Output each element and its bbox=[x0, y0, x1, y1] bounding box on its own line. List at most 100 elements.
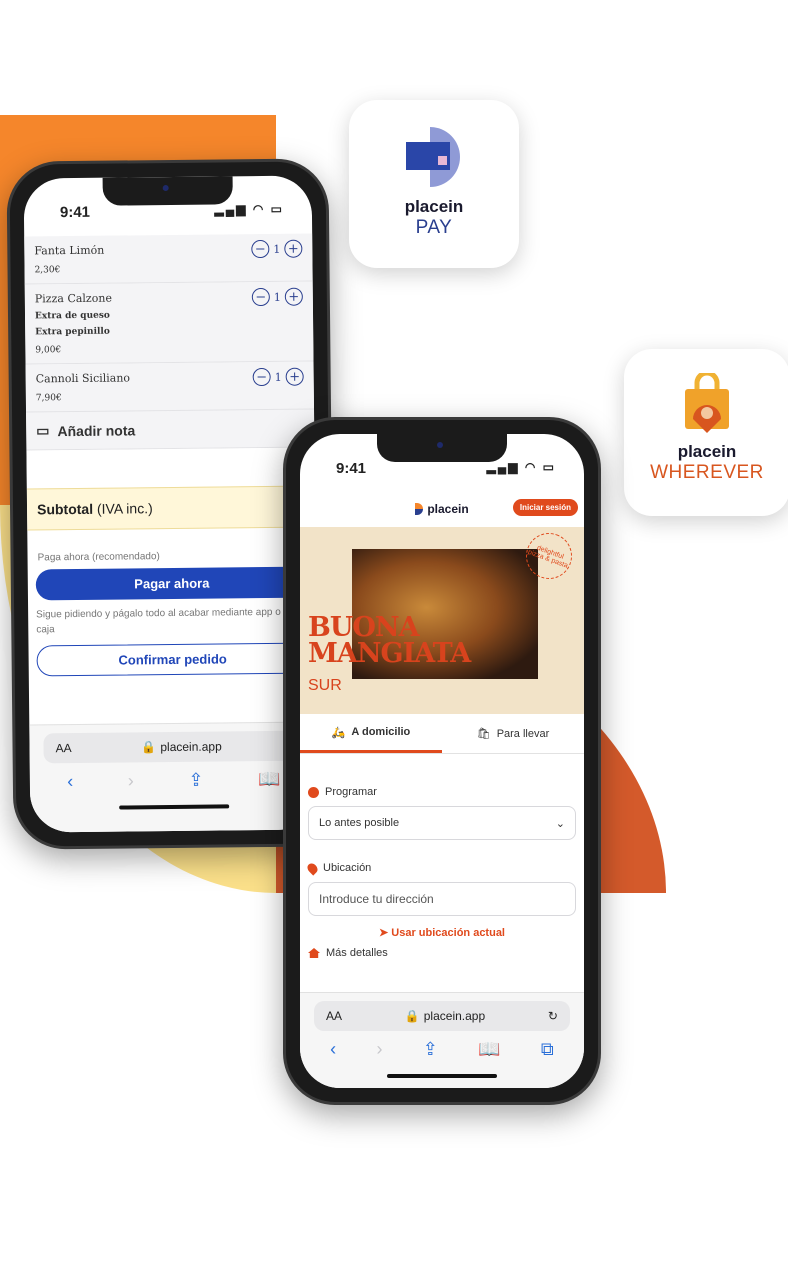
address-placeholder: Introduce tu dirección bbox=[319, 892, 434, 906]
plus-icon[interactable]: + bbox=[284, 239, 303, 258]
placein-pay-app-icon[interactable]: placein PAY bbox=[349, 100, 519, 268]
minus-icon[interactable]: − bbox=[251, 239, 270, 259]
cart-item-price: 7,90€ bbox=[35, 393, 62, 404]
forward-icon[interactable]: › bbox=[376, 1039, 382, 1060]
tab-delivery[interactable]: 🛵 A domicilio bbox=[300, 714, 442, 753]
schedule-value: Lo antes posible bbox=[319, 817, 400, 829]
browser-toolbar: AA 🔒 placein.app ‹ › ⇪ 📖 bbox=[29, 721, 319, 833]
use-location-text: Usar ubicación actual bbox=[391, 927, 505, 939]
cart-item-extra: Extra de queso bbox=[34, 310, 110, 322]
quantity-value: 1 bbox=[273, 242, 281, 256]
chevron-down-icon: ⌄ bbox=[555, 817, 565, 830]
cart-item: Pizza Calzone Extra de queso Extra pepin… bbox=[24, 281, 314, 365]
right-phone: 9:41 ▂▄▆ ◠ ▭ placein Iniciar sesión deli… bbox=[283, 417, 601, 1105]
home-indicator bbox=[387, 1074, 497, 1078]
login-button[interactable]: Iniciar sesión bbox=[512, 499, 578, 516]
placein-logo[interactable]: placein bbox=[415, 502, 469, 516]
quantity-stepper: − 1 + bbox=[251, 287, 303, 307]
use-current-location-link[interactable]: ➤ Usar ubicación actual bbox=[308, 926, 576, 939]
app-brand-name: placein bbox=[677, 442, 737, 461]
home-indicator bbox=[119, 804, 230, 810]
address-bar[interactable]: AA 🔒 placein.app ↻ bbox=[314, 1001, 570, 1031]
placein-logo-icon bbox=[415, 503, 424, 515]
browser-toolbar: AA 🔒 placein.app ↻ ‹ › ⇪ 📖 ⧉ bbox=[300, 992, 584, 1088]
lock-icon: 🔒 bbox=[404, 1009, 420, 1023]
quantity-stepper: − 1 + bbox=[252, 367, 304, 387]
more-details-text: Más detalles bbox=[326, 947, 388, 959]
minus-icon[interactable]: − bbox=[252, 367, 271, 387]
cart-item-price: 9,00€ bbox=[35, 345, 62, 356]
quantity-value: 1 bbox=[273, 290, 281, 304]
restaurant-title: BUONA MANGIATA bbox=[308, 614, 471, 669]
bookmarks-icon[interactable]: 📖 bbox=[478, 1039, 500, 1060]
plus-icon[interactable]: + bbox=[284, 287, 303, 306]
restaurant-title-line: MANGIATA bbox=[308, 638, 471, 669]
share-icon[interactable]: ⇪ bbox=[423, 1039, 438, 1060]
more-details-row[interactable]: Más detalles bbox=[308, 947, 576, 959]
browser-nav: ‹ › ⇪ 📖 bbox=[30, 760, 318, 800]
house-icon bbox=[308, 948, 320, 958]
cart-item-price: 2,30€ bbox=[34, 265, 61, 276]
tab-takeaway[interactable]: 🛍 Para llevar bbox=[442, 714, 584, 753]
scooter-icon: 🛵 bbox=[331, 726, 346, 739]
location-label: Ubicación bbox=[305, 860, 576, 876]
text-size-button[interactable]: AA bbox=[326, 1009, 342, 1023]
logo-text: placein bbox=[427, 502, 469, 516]
signal-wifi-battery-icon: ▂▄▆ ◠ ▭ bbox=[486, 460, 556, 474]
minus-icon[interactable]: − bbox=[251, 287, 270, 307]
forward-icon[interactable]: › bbox=[128, 770, 134, 791]
address-bar[interactable]: AA 🔒 placein.app bbox=[43, 730, 304, 764]
add-note-button[interactable]: ▭ Añadir nota bbox=[26, 409, 315, 451]
url-text: placein.app bbox=[423, 1009, 486, 1023]
tab-label: Para llevar bbox=[496, 727, 550, 740]
schedule-label-text: Programar bbox=[325, 786, 377, 798]
phone-notch bbox=[377, 434, 507, 462]
location-pin-icon bbox=[305, 860, 320, 876]
back-icon[interactable]: ‹ bbox=[330, 1039, 336, 1060]
address-input[interactable]: Introduce tu dirección bbox=[308, 882, 576, 916]
plus-icon[interactable]: + bbox=[285, 367, 304, 386]
tabs-icon[interactable]: ⧉ bbox=[541, 1039, 554, 1060]
share-icon[interactable]: ⇪ bbox=[188, 770, 203, 791]
app-product-name: PAY bbox=[415, 217, 453, 238]
site-header: placein Iniciar sesión bbox=[300, 492, 584, 526]
text-size-button[interactable]: AA bbox=[55, 741, 71, 755]
location-label-text: Ubicación bbox=[323, 862, 372, 874]
pay-logo-icon bbox=[406, 127, 460, 187]
phone-notch bbox=[102, 176, 233, 206]
status-time: 9:41 bbox=[336, 460, 367, 477]
signal-wifi-battery-icon: ▂▄▆ ◠ ▭ bbox=[214, 201, 284, 217]
confirm-order-button[interactable]: Confirmar pedido bbox=[36, 642, 309, 677]
lock-icon: 🔒 bbox=[141, 740, 157, 755]
subtotal-label: Subtotal bbox=[36, 500, 94, 518]
cart-item: Fanta Limón 2,30€ − 1 + bbox=[24, 233, 313, 285]
clock-icon bbox=[308, 786, 319, 798]
left-phone-screen: 9:41 ▂▄▆ ◠ ▭ Fanta Limón 2,30€ − 1 + Piz… bbox=[23, 175, 319, 833]
pay-now-button[interactable]: Pagar ahora bbox=[35, 566, 308, 601]
placein-wherever-app-icon[interactable]: placein WHEREVER bbox=[624, 349, 788, 516]
quantity-stepper: − 1 + bbox=[251, 239, 303, 259]
delivery-form: Programar Lo antes posible ⌄ Ubicación I… bbox=[305, 786, 576, 959]
cart-item: Cannoli Siciliano 7,90€ − 1 + bbox=[25, 361, 315, 413]
wherever-bag-icon bbox=[685, 370, 729, 433]
bookmarks-icon[interactable]: 📖 bbox=[258, 769, 281, 790]
reload-icon[interactable]: ↻ bbox=[548, 1009, 558, 1023]
right-phone-screen: 9:41 ▂▄▆ ◠ ▭ placein Iniciar sesión deli… bbox=[300, 434, 584, 1088]
pay-now-hint: Paga ahora (recomendado) bbox=[37, 551, 160, 564]
cart-list: Fanta Limón 2,30€ − 1 + Pizza Calzone Ex… bbox=[24, 233, 317, 681]
note-icon: ▭ bbox=[36, 422, 50, 439]
restaurant-subtitle: SUR bbox=[308, 677, 342, 694]
subtotal-tax-note: (IVA inc.) bbox=[96, 500, 153, 517]
add-note-label: Añadir nota bbox=[57, 421, 136, 439]
bag-icon: 🛍 bbox=[476, 728, 491, 740]
restaurant-hero: delightful pizza & pasta BUONA MANGIATA … bbox=[300, 526, 584, 714]
schedule-label: Programar bbox=[308, 786, 576, 798]
navigation-arrow-icon: ➤ bbox=[379, 927, 389, 939]
pay-later-hint: Sigue pidiendo y págalo todo al acabar m… bbox=[36, 606, 295, 635]
back-icon[interactable]: ‹ bbox=[67, 771, 73, 792]
cart-item-extra: Extra pepinillo bbox=[35, 326, 110, 338]
subtotal-row: Subtotal (IVA inc.) 19 bbox=[26, 485, 316, 531]
order-type-tabs: 🛵 A domicilio 🛍 Para llevar bbox=[300, 714, 584, 754]
schedule-select[interactable]: Lo antes posible ⌄ bbox=[308, 806, 576, 840]
app-brand-name: placein bbox=[404, 197, 464, 216]
